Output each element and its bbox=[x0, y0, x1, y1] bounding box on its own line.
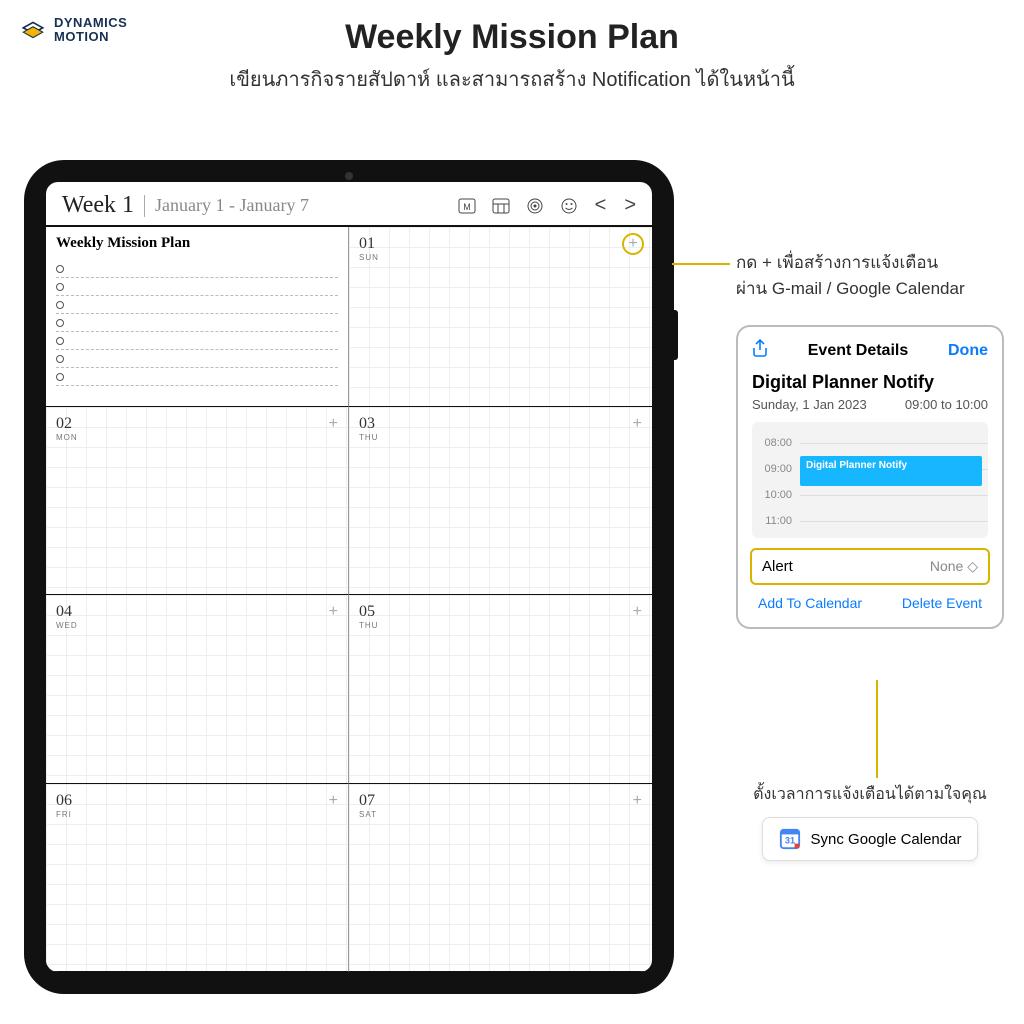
day-number: 07 bbox=[359, 792, 642, 810]
add-event-button[interactable]: + bbox=[329, 415, 338, 433]
callout-connector bbox=[876, 680, 878, 778]
add-to-calendar-button[interactable]: Add To Calendar bbox=[758, 595, 862, 611]
event-date: Sunday, 1 Jan 2023 bbox=[752, 397, 867, 412]
day-cell-sun[interactable]: 01 SUN + bbox=[349, 227, 652, 407]
add-event-button[interactable]: + bbox=[633, 792, 642, 810]
next-week[interactable]: > bbox=[622, 194, 638, 217]
hour-label: 09:00 bbox=[752, 463, 800, 475]
mission-item[interactable] bbox=[56, 260, 338, 278]
mission-item[interactable] bbox=[56, 332, 338, 350]
add-event-button[interactable]: + bbox=[633, 415, 642, 433]
divider bbox=[144, 195, 145, 217]
done-button[interactable]: Done bbox=[948, 342, 988, 360]
day-label: MON bbox=[56, 433, 338, 442]
tablet-frame: Week 1 January 1 - January 7 M < > Weekl… bbox=[24, 160, 674, 994]
month-view-icon[interactable]: M bbox=[457, 196, 477, 216]
week-grid: Weekly Mission Plan 01 SUN + 02 MON + 03… bbox=[46, 227, 652, 972]
sync-label: Sync Google Calendar bbox=[811, 831, 962, 848]
alert-callout: ตั้งเวลาการแจ้งเตือนได้ตามใจคุณ bbox=[736, 782, 1004, 807]
page-subtitle: เขียนภารกิจรายสัปดาห์ และสามารถสร้าง Not… bbox=[162, 63, 862, 95]
logo-icon bbox=[20, 17, 46, 43]
calendar-grid-icon[interactable] bbox=[491, 196, 511, 216]
callout-connector bbox=[672, 263, 730, 265]
panel-title: Event Details bbox=[808, 342, 908, 360]
hour-label: 08:00 bbox=[752, 437, 800, 449]
svg-text:31: 31 bbox=[784, 836, 794, 846]
weekly-mission-panel: Weekly Mission Plan bbox=[46, 227, 349, 407]
hour-label: 10:00 bbox=[752, 489, 800, 501]
day-cell-wed[interactable]: 04 WED + bbox=[46, 595, 349, 783]
day-cell-tue[interactable]: 03 THU + bbox=[349, 407, 652, 595]
brand-logo: DYNAMICSMOTION bbox=[20, 16, 127, 45]
day-number: 03 bbox=[359, 415, 642, 433]
day-number: 05 bbox=[359, 603, 642, 621]
add-event-button[interactable]: + bbox=[622, 233, 644, 255]
mission-item[interactable] bbox=[56, 296, 338, 314]
alert-label: Alert bbox=[762, 558, 793, 575]
callout-line: ผ่าน G-mail / Google Calendar bbox=[736, 276, 1004, 302]
event-time: 09:00 to 10:00 bbox=[905, 397, 988, 412]
day-label: THU bbox=[359, 621, 642, 630]
event-name: Digital Planner Notify bbox=[752, 372, 988, 393]
planner-topbar: Week 1 January 1 - January 7 M < > bbox=[46, 182, 652, 227]
add-event-button[interactable]: + bbox=[329, 603, 338, 621]
day-cell-sat[interactable]: 07 SAT + bbox=[349, 784, 652, 972]
page-title: Weekly Mission Plan bbox=[162, 18, 862, 57]
smile-icon[interactable] bbox=[559, 196, 579, 216]
day-cell-mon[interactable]: 02 MON + bbox=[46, 407, 349, 595]
plus-callout: กด + เพื่อสร้างการแจ้งเตือน ผ่าน G-mail … bbox=[736, 250, 1004, 301]
delete-event-button[interactable]: Delete Event bbox=[902, 595, 982, 611]
day-cell-thu[interactable]: 05 THU + bbox=[349, 595, 652, 783]
day-number: 01 bbox=[359, 235, 642, 253]
add-event-button[interactable]: + bbox=[329, 792, 338, 810]
share-icon[interactable] bbox=[752, 339, 768, 362]
prev-week[interactable]: < bbox=[593, 194, 609, 217]
mission-item[interactable] bbox=[56, 350, 338, 368]
date-range: January 1 - January 7 bbox=[155, 195, 309, 216]
brand-line1: DYNAMICS bbox=[54, 16, 127, 30]
brand-line2: MOTION bbox=[54, 30, 127, 44]
mission-heading: Weekly Mission Plan bbox=[56, 235, 338, 252]
event-details-panel: Event Details Done Digital Planner Notif… bbox=[736, 325, 1004, 629]
day-number: 04 bbox=[56, 603, 338, 621]
day-cell-fri[interactable]: 06 FRI + bbox=[46, 784, 349, 972]
add-event-button[interactable]: + bbox=[633, 603, 642, 621]
planner-screen: Week 1 January 1 - January 7 M < > Weekl… bbox=[46, 182, 652, 972]
day-label: SUN bbox=[359, 253, 642, 262]
target-icon[interactable] bbox=[525, 196, 545, 216]
day-label: SAT bbox=[359, 810, 642, 819]
alert-value: None ◇ bbox=[930, 558, 978, 575]
svg-text:M: M bbox=[463, 202, 471, 212]
day-number: 06 bbox=[56, 792, 338, 810]
day-label: FRI bbox=[56, 810, 338, 819]
day-number: 02 bbox=[56, 415, 338, 433]
alert-row[interactable]: Alert None ◇ bbox=[750, 548, 990, 585]
week-label: Week 1 bbox=[62, 192, 134, 219]
mission-list[interactable] bbox=[56, 260, 338, 386]
event-block[interactable]: Digital Planner Notify bbox=[800, 456, 982, 486]
day-label: WED bbox=[56, 621, 338, 630]
day-label: THU bbox=[359, 433, 642, 442]
mission-item[interactable] bbox=[56, 314, 338, 332]
hour-label: 11:00 bbox=[752, 515, 800, 527]
callout-line: กด + เพื่อสร้างการแจ้งเตือน bbox=[736, 250, 1004, 276]
day-timeline[interactable]: 08:00 09:00 10:00 11:00 Digital Planner … bbox=[752, 422, 988, 538]
mission-item[interactable] bbox=[56, 368, 338, 386]
mission-item[interactable] bbox=[56, 278, 338, 296]
sync-google-calendar-button[interactable]: 31 Sync Google Calendar bbox=[762, 817, 979, 861]
google-calendar-icon: 31 bbox=[779, 828, 801, 850]
